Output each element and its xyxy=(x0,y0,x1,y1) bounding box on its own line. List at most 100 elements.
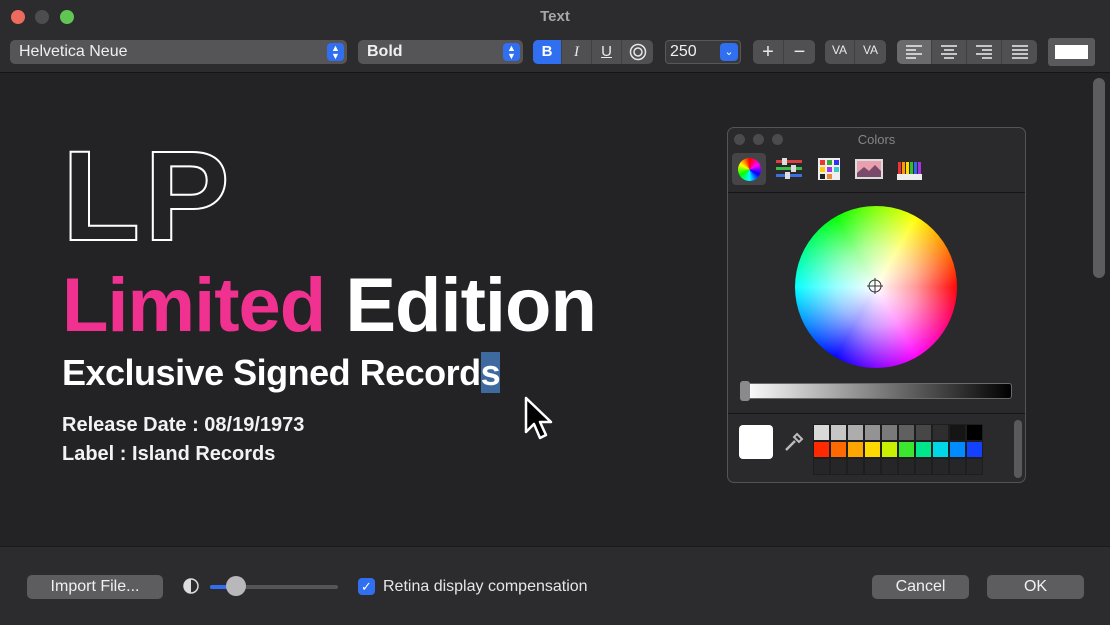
color-swatch[interactable] xyxy=(898,424,915,441)
decrease-size-button[interactable]: − xyxy=(784,40,815,64)
color-swatch[interactable] xyxy=(898,441,915,458)
cancel-button[interactable]: Cancel xyxy=(872,575,969,599)
color-swatch[interactable] xyxy=(830,424,847,441)
kern-tighten-label: VA xyxy=(831,43,848,57)
palettes-icon xyxy=(818,158,840,180)
outline-circle-icon xyxy=(629,43,646,61)
font-style-value: Bold xyxy=(367,43,403,60)
color-swatch[interactable] xyxy=(830,441,847,458)
retina-checkbox-label[interactable]: Retina display compensation xyxy=(383,578,588,596)
justify-button[interactable] xyxy=(1002,40,1037,64)
limited-edition-line[interactable]: Limited Edition xyxy=(62,268,597,344)
mouse-pointer-icon xyxy=(524,396,553,440)
text-color-swatch xyxy=(1055,45,1088,59)
kern-tighten-button[interactable]: VA xyxy=(825,40,855,64)
kern-loosen-label: VA xyxy=(862,43,879,57)
color-swatch[interactable] xyxy=(949,441,966,458)
color-swatch[interactable] xyxy=(932,424,949,441)
color-swatch[interactable] xyxy=(813,424,830,441)
lp-heading[interactable]: LP xyxy=(61,132,234,262)
retina-checkbox[interactable]: ✓ xyxy=(358,578,375,595)
color-swatch[interactable] xyxy=(966,441,983,458)
swatch-scrollbar[interactable] xyxy=(1014,420,1022,478)
color-swatch[interactable] xyxy=(915,458,932,475)
color-swatch[interactable] xyxy=(915,441,932,458)
vertical-scrollbar[interactable] xyxy=(1093,78,1105,278)
exclusive-text: Exclusive Signed Record xyxy=(62,352,481,393)
underline-button[interactable]: U xyxy=(592,40,622,64)
font-style-popup[interactable]: Bold ▲ ▼ xyxy=(358,40,523,64)
color-swatch[interactable] xyxy=(847,458,864,475)
eyedropper-icon[interactable] xyxy=(783,431,805,453)
label-line[interactable]: Label : Island Records xyxy=(62,444,275,464)
color-wheel[interactable] xyxy=(795,206,957,368)
alignment-segment xyxy=(897,40,1037,64)
font-size-value: 250 xyxy=(670,43,697,60)
align-left-button[interactable] xyxy=(897,40,932,64)
color-swatch[interactable] xyxy=(864,441,881,458)
color-sliders-tab[interactable] xyxy=(772,153,806,185)
align-left-icon xyxy=(906,45,922,59)
color-swatch[interactable] xyxy=(966,424,983,441)
font-family-popup[interactable]: Helvetica Neue ▲ ▼ xyxy=(10,40,347,64)
brightness-slider-thumb[interactable] xyxy=(225,576,246,596)
brightness-slider-knob[interactable] xyxy=(740,381,750,401)
color-swatch[interactable] xyxy=(847,441,864,458)
image-palettes-tab[interactable] xyxy=(852,153,886,185)
brightness-slider[interactable] xyxy=(740,381,1012,401)
color-swatch[interactable] xyxy=(949,458,966,475)
font-size-field[interactable]: 250 ⌄ xyxy=(665,40,741,64)
current-color-well[interactable] xyxy=(739,425,773,459)
kern-loosen-button[interactable]: VA xyxy=(855,40,886,64)
title-bar: Text xyxy=(0,0,1110,34)
color-swatch[interactable] xyxy=(864,424,881,441)
exclusive-line[interactable]: Exclusive Signed Records xyxy=(62,352,501,393)
color-swatch[interactable] xyxy=(898,458,915,475)
color-swatch[interactable] xyxy=(813,458,830,475)
align-center-icon xyxy=(941,45,957,59)
colors-panel-title: Colors xyxy=(857,132,896,147)
color-swatch[interactable] xyxy=(966,458,983,475)
edition-word: Edition xyxy=(345,263,597,348)
color-swatch[interactable] xyxy=(881,441,898,458)
color-mode-toolbar xyxy=(728,150,1025,193)
justify-icon xyxy=(1011,45,1028,59)
text-color-well[interactable] xyxy=(1048,38,1095,66)
chevron-down-icon[interactable]: ⌄ xyxy=(720,43,738,61)
color-swatch[interactable] xyxy=(847,424,864,441)
increase-size-button[interactable]: + xyxy=(753,40,784,64)
italic-button[interactable]: I xyxy=(562,40,592,64)
crosshair-icon[interactable] xyxy=(867,278,883,294)
color-swatch[interactable] xyxy=(932,458,949,475)
align-center-button[interactable] xyxy=(932,40,967,64)
color-swatch[interactable] xyxy=(864,458,881,475)
size-step-segment: + − xyxy=(753,40,815,64)
updown-chevron-icon: ▲ ▼ xyxy=(327,43,344,61)
window-title: Text xyxy=(540,8,570,25)
image-palette-icon xyxy=(855,159,883,179)
color-swatch[interactable] xyxy=(915,424,932,441)
release-date-line[interactable]: Release Date : 08/19/1973 xyxy=(62,415,304,435)
outline-button[interactable] xyxy=(622,40,653,64)
pencils-icon xyxy=(897,162,922,180)
font-family-value: Helvetica Neue xyxy=(19,43,128,60)
color-wheel-icon xyxy=(738,158,761,181)
color-swatch[interactable] xyxy=(949,424,966,441)
align-right-button[interactable] xyxy=(967,40,1002,64)
color-palettes-tab[interactable] xyxy=(812,153,846,185)
bold-button[interactable]: B xyxy=(533,40,562,64)
color-swatch[interactable] xyxy=(881,424,898,441)
ok-button[interactable]: OK xyxy=(987,575,1084,599)
color-swatch[interactable] xyxy=(813,441,830,458)
text-style-segment: B I U xyxy=(533,40,653,64)
import-file-button[interactable]: Import File... xyxy=(27,575,163,599)
pencils-tab[interactable] xyxy=(892,153,926,185)
color-swatch-grid xyxy=(813,424,983,475)
color-swatch[interactable] xyxy=(830,458,847,475)
footer-bar: Import File... ✓ Retina display compensa… xyxy=(0,546,1110,625)
sliders-icon xyxy=(776,158,802,179)
updown-chevron-icon: ▲ ▼ xyxy=(503,43,520,61)
color-swatch[interactable] xyxy=(881,458,898,475)
color-swatch[interactable] xyxy=(932,441,949,458)
color-wheel-tab[interactable] xyxy=(732,153,766,185)
